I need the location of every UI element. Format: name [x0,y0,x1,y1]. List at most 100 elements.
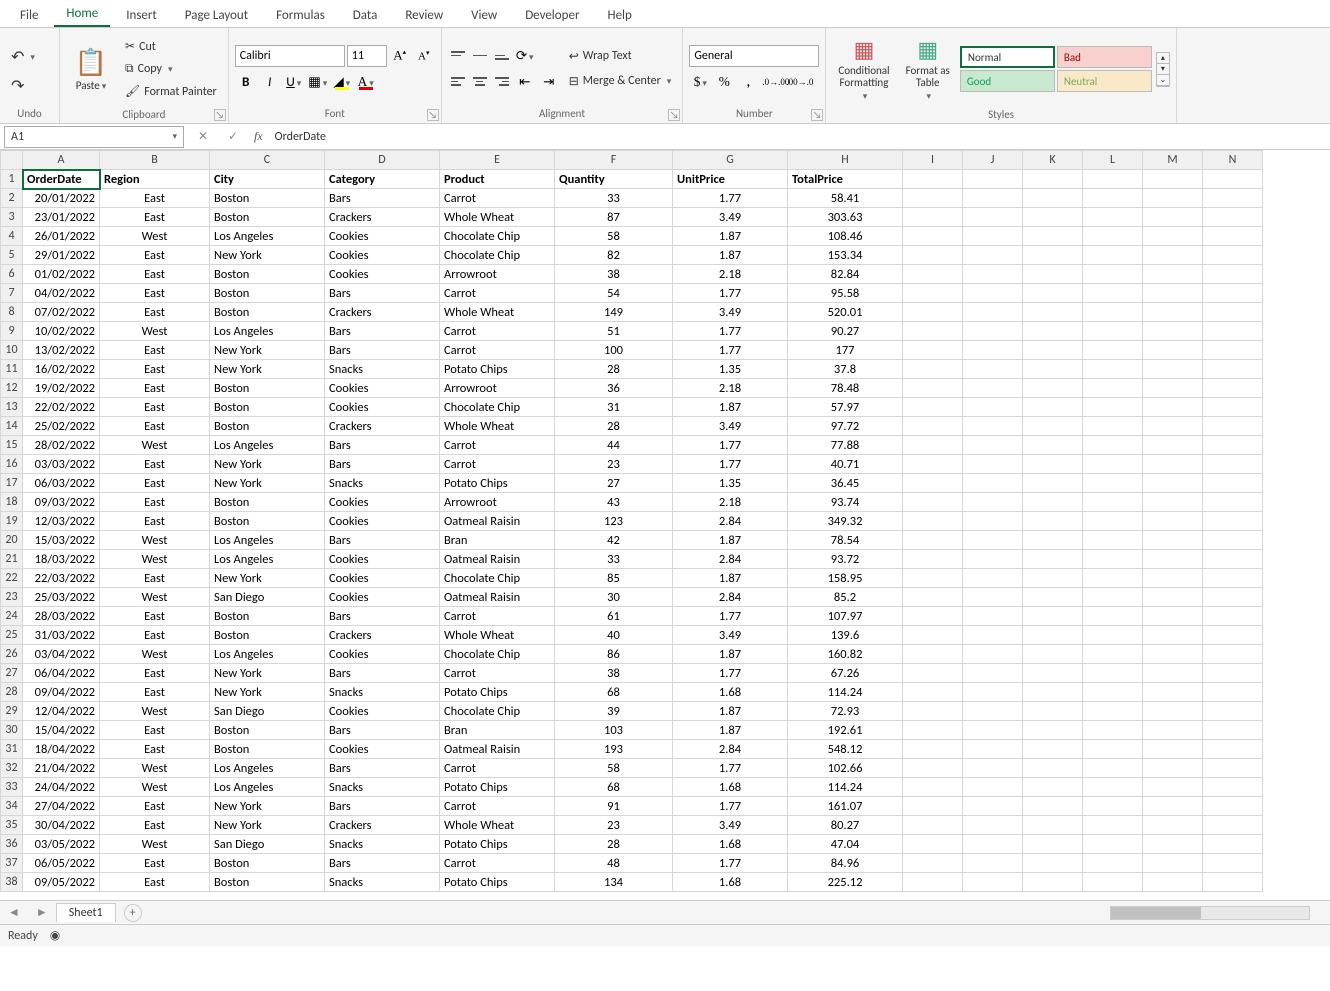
cell[interactable]: 108.46 [788,227,903,246]
cell[interactable]: Cookies [325,379,440,398]
cell[interactable] [903,303,963,322]
cell[interactable]: Los Angeles [210,436,325,455]
row-header[interactable]: 21 [1,550,23,569]
cell[interactable]: East [100,721,210,740]
cell[interactable] [1143,227,1203,246]
cell[interactable] [1083,341,1143,360]
cell[interactable] [963,170,1023,189]
cell[interactable]: 28 [555,417,673,436]
align-top-button[interactable] [448,46,468,66]
row-header[interactable]: 3 [1,208,23,227]
cell[interactable] [1143,474,1203,493]
cell[interactable]: East [100,360,210,379]
cell[interactable]: 57.97 [788,398,903,417]
cell[interactable]: 26/01/2022 [23,227,100,246]
cell[interactable]: Whole Wheat [440,208,555,227]
cell[interactable]: East [100,284,210,303]
cell[interactable]: 349.32 [788,512,903,531]
cell[interactable]: Crackers [325,303,440,322]
cell[interactable] [1143,778,1203,797]
cell[interactable]: 86 [555,645,673,664]
cell[interactable]: 58 [555,759,673,778]
cell[interactable]: 192.61 [788,721,903,740]
cell[interactable]: 3.49 [673,626,788,645]
cell[interactable] [1023,569,1083,588]
cell[interactable]: Potato Chips [440,835,555,854]
cell[interactable] [1023,322,1083,341]
cell[interactable]: East [100,341,210,360]
cell[interactable]: West [100,322,210,341]
cell[interactable] [903,645,963,664]
cell[interactable] [963,303,1023,322]
cell[interactable]: 153.34 [788,246,903,265]
cell[interactable] [1083,873,1143,892]
cell[interactable]: 01/02/2022 [23,265,100,284]
cell[interactable]: 06/03/2022 [23,474,100,493]
cell[interactable]: 24/04/2022 [23,778,100,797]
row-header[interactable]: 8 [1,303,23,322]
cell[interactable] [1083,246,1143,265]
cell[interactable]: Arrowroot [440,379,555,398]
cell[interactable] [1143,436,1203,455]
cell[interactable] [1143,417,1203,436]
cell[interactable]: 2.84 [673,550,788,569]
row-header[interactable]: 36 [1,835,23,854]
row-header[interactable]: 10 [1,341,23,360]
cell[interactable] [903,360,963,379]
cell[interactable]: San Diego [210,588,325,607]
cell[interactable] [1083,303,1143,322]
cell[interactable]: Los Angeles [210,759,325,778]
cell[interactable]: Crackers [325,816,440,835]
cell[interactable]: 85.2 [788,588,903,607]
cell[interactable] [1143,702,1203,721]
cell[interactable]: 67.26 [788,664,903,683]
cell[interactable] [1203,227,1263,246]
cell[interactable]: Oatmeal Raisin [440,550,555,569]
cell[interactable]: Boston [210,873,325,892]
cell[interactable] [1023,550,1083,569]
cell[interactable]: 77.88 [788,436,903,455]
cell[interactable]: 48 [555,854,673,873]
cell[interactable]: Boston [210,189,325,208]
cell[interactable]: 3.49 [673,816,788,835]
col-header-G[interactable]: G [673,151,788,170]
cell[interactable] [1143,170,1203,189]
cell[interactable] [1143,341,1203,360]
cell[interactable] [903,835,963,854]
cell[interactable] [1023,379,1083,398]
cell[interactable]: 1.35 [673,474,788,493]
cell[interactable] [1083,170,1143,189]
cell[interactable]: Oatmeal Raisin [440,512,555,531]
cell[interactable]: OrderDate [23,170,100,189]
cell[interactable]: East [100,379,210,398]
cell[interactable] [1203,645,1263,664]
cell[interactable] [1143,721,1203,740]
cell[interactable]: 3.49 [673,417,788,436]
cell[interactable] [1083,474,1143,493]
cell[interactable]: Bars [325,854,440,873]
cell[interactable]: 61 [555,607,673,626]
cell[interactable]: Boston [210,607,325,626]
tab-data[interactable]: Data [341,4,390,27]
cell[interactable]: Bars [325,607,440,626]
undo-button[interactable]: ↶▾ [6,44,40,70]
cell[interactable]: East [100,398,210,417]
cell[interactable]: 1.77 [673,189,788,208]
cell[interactable]: 27 [555,474,673,493]
cell[interactable]: Los Angeles [210,645,325,664]
col-header-L[interactable]: L [1083,151,1143,170]
cell[interactable]: 82.84 [788,265,903,284]
cell[interactable] [1203,854,1263,873]
cell[interactable]: 33 [555,189,673,208]
cell[interactable]: West [100,531,210,550]
cell[interactable] [1143,379,1203,398]
cell[interactable]: Carrot [440,341,555,360]
cell[interactable] [903,341,963,360]
cell[interactable]: Bars [325,759,440,778]
cell[interactable]: East [100,189,210,208]
cell[interactable]: 91 [555,797,673,816]
cell[interactable] [1143,816,1203,835]
cell[interactable]: 03/03/2022 [23,455,100,474]
cell[interactable]: Whole Wheat [440,816,555,835]
cell[interactable] [963,835,1023,854]
